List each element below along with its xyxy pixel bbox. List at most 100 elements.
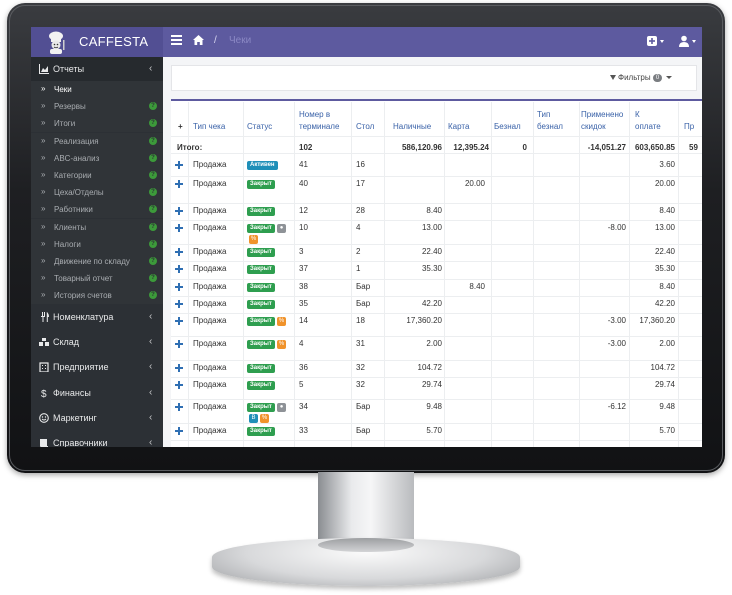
help-icon[interactable]: ? [149, 239, 157, 248]
home-icon[interactable] [193, 35, 204, 45]
expand-row-plus-icon[interactable] [175, 248, 183, 256]
sidebar-section-label: Номенклатура [53, 312, 114, 322]
help-icon[interactable]: ? [149, 222, 157, 231]
terminal-number: 37 [299, 264, 308, 273]
terminal-number: 14 [299, 316, 308, 325]
expand-row-plus-icon[interactable] [175, 224, 183, 232]
double-chevron-icon: » [41, 84, 46, 93]
sidebar-subitem[interactable]: » Итоги? [31, 115, 163, 133]
breadcrumb-current: Чеки [229, 35, 252, 46]
sidebar-section[interactable]: Предприятие ‹ [31, 355, 163, 379]
row-divider [171, 377, 702, 378]
expand-row-plus-icon[interactable] [175, 317, 183, 325]
expand-row-plus-icon[interactable] [175, 364, 183, 372]
sidebar-section-label: Справочники [53, 438, 108, 447]
row-divider [171, 176, 702, 177]
add-dropdown-icon[interactable] [647, 35, 667, 48]
cash-amount: 17,360.20 [406, 316, 442, 325]
expand-row-plus-icon[interactable] [175, 381, 183, 389]
sidebar-subitem-label: Чеки [54, 85, 72, 94]
sidebar-section[interactable]: $ Финансы ‹ [31, 381, 163, 405]
totals-divider [171, 153, 702, 154]
sidebar-subitem[interactable]: » История счетов? [31, 287, 163, 305]
row-divider [171, 399, 702, 400]
expand-row-plus-icon[interactable] [175, 403, 183, 411]
chevron-left-icon: ‹ [149, 361, 153, 373]
table-number: 28 [356, 206, 365, 215]
sidebar-section-label: Склад [53, 337, 80, 348]
sidebar-section[interactable]: Справочники ‹ [31, 431, 163, 447]
help-icon[interactable]: ? [149, 257, 157, 265]
chevron-left-icon: ‹ [149, 336, 153, 348]
menu-toggle-icon[interactable] [171, 35, 182, 45]
expand-row-plus-icon[interactable] [175, 207, 183, 215]
card-amount: 8.40 [469, 282, 485, 291]
help-icon[interactable]: ? [149, 291, 157, 300]
sidebar-subitem-label: Клиенты [54, 222, 87, 232]
topay-amount: 13.00 [654, 223, 675, 232]
sidebar-subitem[interactable]: » Резервы? [31, 98, 163, 116]
brand[interactable]: CAFFESTA [31, 27, 163, 57]
terminal-number: 35 [299, 299, 308, 308]
expand-row-plus-icon[interactable] [175, 180, 183, 188]
help-icon[interactable]: ? [149, 136, 157, 145]
status-badge: Закрыт [247, 248, 275, 257]
sidebar-subitem[interactable]: » Клиенты? [31, 218, 163, 236]
expand-row-plus-icon[interactable] [175, 161, 183, 169]
cutlery-icon [41, 312, 49, 322]
sidebar-section-label: Маркетинг [53, 412, 97, 423]
table-number: Бар [356, 299, 371, 308]
expand-row-plus-icon[interactable] [175, 300, 183, 308]
sidebar-subitem[interactable]: » Налоги? [31, 235, 163, 253]
double-chevron-icon: » [41, 204, 46, 214]
sidebar-subitem[interactable]: » Товарный отчет? [31, 270, 163, 288]
expand-row-plus-icon[interactable] [175, 265, 183, 273]
sidebar-subitem[interactable]: » Движение по складу? [31, 253, 163, 270]
area-chart-icon [39, 64, 49, 74]
sidebar-subitem[interactable]: » Цеха/Отделы? [31, 184, 163, 202]
sidebar-subitem-label: Итоги [54, 119, 76, 129]
expand-row-plus-icon[interactable] [175, 283, 183, 291]
sidebar-section[interactable]: Маркетинг ‹ [31, 406, 163, 430]
sidebar-subitem-label: Налоги [54, 239, 81, 249]
filters-button[interactable]: Фильтры 0 [610, 73, 673, 82]
help-icon[interactable]: ? [149, 102, 157, 111]
sidebar-subitem[interactable]: » ABC-анализ? [31, 149, 163, 167]
help-icon[interactable]: ? [149, 188, 157, 197]
user-dropdown-icon[interactable] [679, 35, 699, 48]
expand-row-plus-icon[interactable] [175, 340, 183, 348]
terminal-number: 5 [299, 380, 304, 389]
sidebar-subitem[interactable]: » Категории? [31, 167, 163, 184]
topay-amount: 20.00 [654, 179, 675, 188]
sidebar-subitem[interactable]: » Чеки [31, 81, 163, 98]
column-header: Номер в [299, 110, 331, 119]
topay-amount: 29.74 [654, 380, 675, 389]
help-icon[interactable]: ? [149, 153, 157, 162]
expand-row-plus-icon[interactable] [175, 427, 183, 435]
table-number: 2 [356, 247, 361, 256]
terminal-number: 36 [299, 363, 308, 372]
topay-amount: 8.40 [659, 282, 675, 291]
terminal-number: 4 [299, 339, 304, 348]
help-icon[interactable]: ? [149, 205, 157, 214]
card-amount: 20.00 [464, 179, 485, 188]
help-icon[interactable]: ? [149, 119, 157, 128]
help-icon[interactable]: ? [149, 171, 157, 179]
receipt-type: Продажа [193, 264, 227, 273]
terminal-number: 12 [299, 206, 308, 215]
receipt-type: Продажа [193, 160, 227, 169]
filter-icon [610, 75, 616, 80]
sidebar-subitem[interactable]: » Реализация? [31, 132, 163, 150]
sidebar-section[interactable]: Номенклатура ‹ [31, 305, 163, 329]
sidebar-section-reports[interactable]: Отчеты ‹ [31, 57, 163, 81]
table-number: 18 [356, 316, 365, 325]
discount-percent-badge: % [277, 340, 286, 349]
terminal-number: 33 [299, 426, 308, 435]
chef-logo-icon [49, 31, 65, 54]
discount-percent-badge: % [277, 317, 286, 326]
status-badge: Закрыт [247, 381, 275, 390]
sidebar-section[interactable]: Склад ‹ [31, 330, 163, 354]
totals-cell: 12,395.24 [453, 143, 489, 152]
sidebar-subitem[interactable]: » Работники? [31, 201, 163, 219]
help-icon[interactable]: ? [149, 274, 157, 283]
